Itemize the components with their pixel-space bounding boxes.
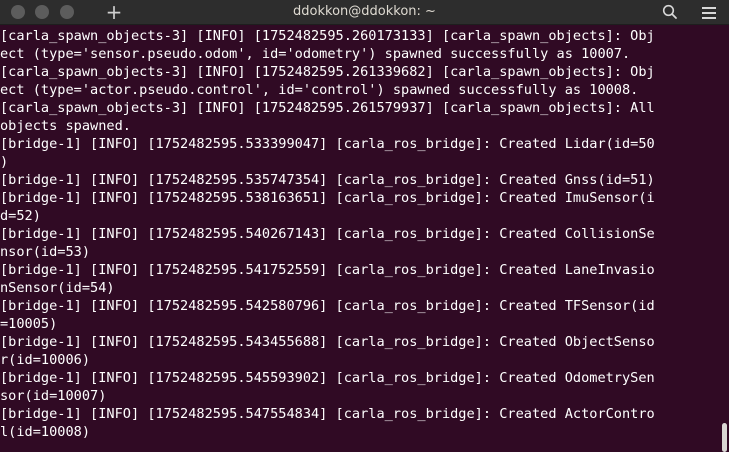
terminal-line: d=52) — [0, 208, 41, 224]
terminal-line: l(id=10008) — [0, 424, 91, 440]
menu-bar — [702, 17, 716, 19]
terminal-line: nsor(id=53) — [0, 244, 91, 260]
scrollbar-thumb[interactable] — [722, 423, 727, 452]
menu-bar — [702, 12, 716, 14]
terminal-output[interactable]: [carla_spawn_objects-3] [INFO] [17524825… — [0, 25, 718, 452]
search-icon-graphic — [662, 4, 677, 19]
title-bar: + ddokkon@ddokkon: ~ — [0, 0, 729, 25]
terminal-line: [bridge-1] [INFO] [1752482595.545593902]… — [0, 370, 655, 386]
terminal-line: [bridge-1] [INFO] [1752482595.535747354]… — [0, 172, 655, 188]
terminal-line: nSensor(id=54) — [0, 280, 115, 296]
terminal-line: r(id=10006) — [0, 352, 91, 368]
terminal-line: ect (type='actor.pseudo.control', id='co… — [0, 82, 639, 98]
terminal-line: objects spawned. — [0, 118, 131, 134]
window-title: ddokkon@ddokkon: ~ — [293, 4, 436, 19]
terminal-line: [bridge-1] [INFO] [1752482595.541752559]… — [0, 262, 655, 278]
terminal-line: [carla_spawn_objects-3] [INFO] [17524825… — [0, 100, 655, 116]
terminal-line: ) — [0, 154, 9, 170]
terminal-line: [bridge-1] [INFO] [1752482595.538163651]… — [0, 190, 655, 206]
scrollbar[interactable] — [718, 25, 729, 452]
terminal-line: ect (type='sensor.pseudo.odom', id='odom… — [0, 46, 631, 62]
terminal-line: [bridge-1] [INFO] [1752482595.533399047]… — [0, 136, 655, 152]
terminal-window: + ddokkon@ddokkon: ~ [carla_spawn_object… — [0, 0, 729, 452]
search-icon[interactable] — [661, 3, 679, 21]
terminal-line: [bridge-1] [INFO] [1752482595.547554834]… — [0, 406, 655, 422]
terminal-line: [carla_spawn_objects-3] [INFO] [17524825… — [0, 64, 655, 80]
terminal-line: [bridge-1] [INFO] [1752482595.543455688]… — [0, 334, 655, 350]
terminal-line: [bridge-1] [INFO] [1752482595.542580796]… — [0, 298, 655, 314]
terminal-line: [bridge-1] [INFO] [1752482595.540267143]… — [0, 226, 655, 242]
menu-bar — [702, 7, 716, 9]
terminal-line: =10005) — [0, 316, 58, 332]
terminal-line: sor(id=10007) — [0, 388, 107, 404]
terminal-line: [carla_spawn_objects-3] [INFO] [17524825… — [0, 28, 655, 44]
hamburger-menu-icon[interactable] — [700, 4, 718, 20]
